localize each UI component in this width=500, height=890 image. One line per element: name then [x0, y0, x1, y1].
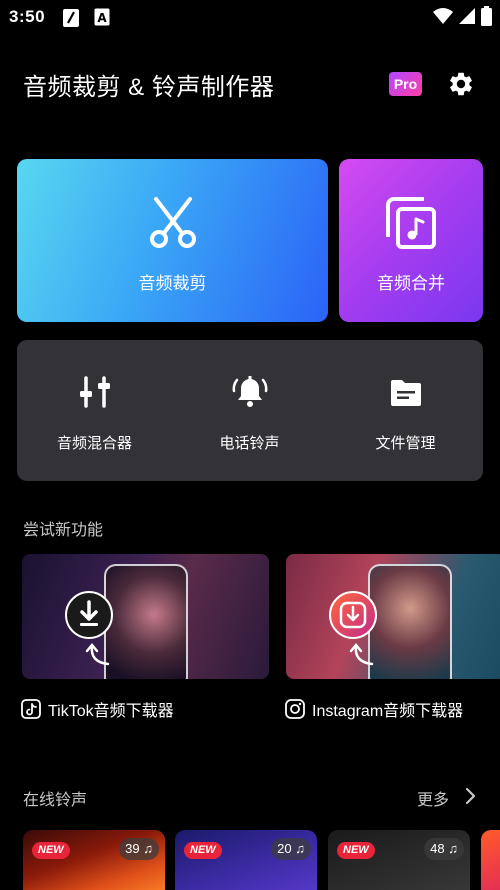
- file-manager-button[interactable]: 文件管理: [328, 340, 483, 481]
- new-badge: NEW: [32, 842, 70, 859]
- battery-icon: [481, 6, 492, 26]
- notes-icon: [63, 9, 79, 27]
- audio-mixer-button[interactable]: 音频混合器: [17, 340, 172, 481]
- ringtone-card[interactable]: NEW 20 ♫: [175, 830, 317, 890]
- tiktok-downloader-label: TikTok音频下载器: [48, 703, 174, 720]
- file-manager-label: 文件管理: [375, 435, 436, 452]
- signal-icon: [459, 8, 475, 24]
- instagram-downloader-card[interactable]: [286, 554, 500, 679]
- chevron-right-icon[interactable]: [464, 787, 478, 805]
- try-new-features-title: 尝试新功能: [23, 522, 104, 539]
- ringtone-card-partial[interactable]: [481, 830, 500, 890]
- settings-gear-icon[interactable]: [447, 70, 475, 98]
- instagram-downloader-label: Instagram音频下载器: [312, 703, 464, 720]
- mixer-sliders-icon: [79, 376, 110, 408]
- download-circle-icon: [329, 591, 377, 639]
- svg-text:A: A: [97, 11, 107, 25]
- ringtone-count: 39 ♫: [119, 838, 159, 860]
- phone-ringtone-label: 电话铃声: [219, 435, 280, 452]
- audio-merge-card[interactable]: 音频合并: [339, 159, 483, 322]
- tiktok-icon: [21, 699, 41, 719]
- music-note-icon: ♫: [448, 841, 458, 856]
- instagram-icon: [285, 699, 305, 719]
- new-badge: NEW: [184, 842, 222, 859]
- music-note-icon: ♫: [295, 841, 305, 856]
- audio-mixer-label: 音频混合器: [56, 435, 132, 452]
- status-time: 3:50: [9, 7, 46, 26]
- ringtone-card[interactable]: NEW 48 ♫: [328, 830, 470, 890]
- bell-ringing-icon: [232, 376, 267, 407]
- curved-arrow-icon: [349, 643, 374, 666]
- tiktok-downloader-card[interactable]: [22, 554, 269, 679]
- tiktok-downloader-label-row[interactable]: TikTok音频下载器: [21, 697, 174, 721]
- text-a-icon: A: [94, 8, 110, 26]
- curved-arrow-icon: [85, 643, 110, 666]
- scissors-icon: [150, 197, 196, 248]
- download-circle-icon: [65, 591, 113, 639]
- ringtone-card[interactable]: NEW 39 ♫: [23, 830, 165, 890]
- wifi-icon: [433, 8, 453, 24]
- music-note-icon: ♫: [143, 841, 153, 856]
- online-ringtones-title: 在线铃声: [23, 792, 88, 809]
- audio-trim-card[interactable]: 音频裁剪: [17, 159, 328, 322]
- folder-icon: [390, 380, 421, 406]
- more-link[interactable]: 更多: [417, 786, 449, 810]
- merge-music-icon: [386, 197, 436, 249]
- pro-badge[interactable]: Pro: [389, 72, 422, 96]
- phone-mockup: [104, 564, 188, 679]
- instagram-downloader-label-row[interactable]: Instagram音频下载器: [285, 697, 463, 721]
- audio-merge-label: 音频合并: [377, 274, 445, 293]
- ringtone-count: 20 ♫: [271, 838, 311, 860]
- audio-trim-label: 音频裁剪: [138, 274, 207, 293]
- app-title: 音频裁剪 & 铃声制作器: [23, 74, 275, 101]
- status-bar: 3:50 A: [0, 0, 500, 34]
- new-badge: NEW: [337, 842, 375, 859]
- tools-panel: 音频混合器 电话铃声 文件管理: [17, 340, 483, 481]
- ringtone-count: 48 ♫: [424, 838, 464, 860]
- phone-mockup: [368, 564, 452, 679]
- phone-ringtone-button[interactable]: 电话铃声: [172, 340, 327, 481]
